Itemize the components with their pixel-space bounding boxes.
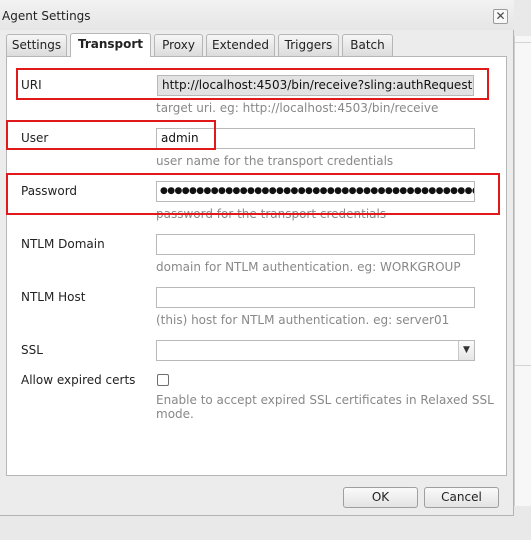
background-divider (514, 42, 531, 43)
ntlm-domain-field[interactable] (156, 234, 475, 255)
user-hint: user name for the transport credentials (156, 154, 394, 168)
tab-proxy[interactable]: Proxy (154, 34, 203, 56)
allow-expired-certs-hint-line1: Enable to accept expired SSL certificate… (156, 393, 494, 407)
ok-button[interactable]: OK (343, 487, 418, 508)
uri-hint: target uri. eg: http://localhost:4503/bi… (156, 101, 439, 115)
close-icon[interactable]: ✕ (493, 9, 508, 24)
dialog-title: Agent Settings (2, 9, 91, 23)
tab-settings[interactable]: Settings (6, 34, 67, 56)
background-divider (514, 365, 531, 366)
tab-triggers[interactable]: Triggers (278, 34, 339, 56)
user-highlight-box (6, 120, 216, 150)
ssl-label: SSL (21, 343, 43, 357)
ntlm-domain-hint: domain for NTLM authentication. eg: WORK… (156, 260, 461, 274)
uri-highlight-box (16, 68, 489, 100)
ntlm-host-label: NTLM Host (21, 290, 86, 304)
chevron-down-icon[interactable]: ▼ (458, 341, 474, 360)
tab-transport[interactable]: Transport (70, 33, 151, 57)
cancel-button[interactable]: Cancel (424, 487, 499, 508)
ssl-select[interactable]: ▼ (156, 340, 475, 361)
background-window-edge (514, 36, 531, 506)
tab-batch[interactable]: Batch (342, 34, 393, 56)
ntlm-domain-label: NTLM Domain (21, 237, 105, 251)
ntlm-host-hint: (this) host for NTLM authentication. eg:… (156, 313, 450, 327)
allow-expired-certs-hint-line2: mode. (156, 407, 194, 421)
agent-settings-dialog: Agent Settings ✕ Settings Transport Prox… (0, 0, 514, 516)
ntlm-host-field[interactable] (156, 287, 475, 308)
password-highlight-box (6, 173, 500, 215)
allow-expired-certs-label: Allow expired certs (21, 373, 136, 387)
tab-extended[interactable]: Extended (206, 34, 275, 56)
dialog-titlebar[interactable]: Agent Settings ✕ (0, 0, 514, 30)
allow-expired-certs-checkbox[interactable] (157, 374, 169, 386)
tab-bar: Settings Transport Proxy Extended Trigge… (6, 33, 506, 57)
